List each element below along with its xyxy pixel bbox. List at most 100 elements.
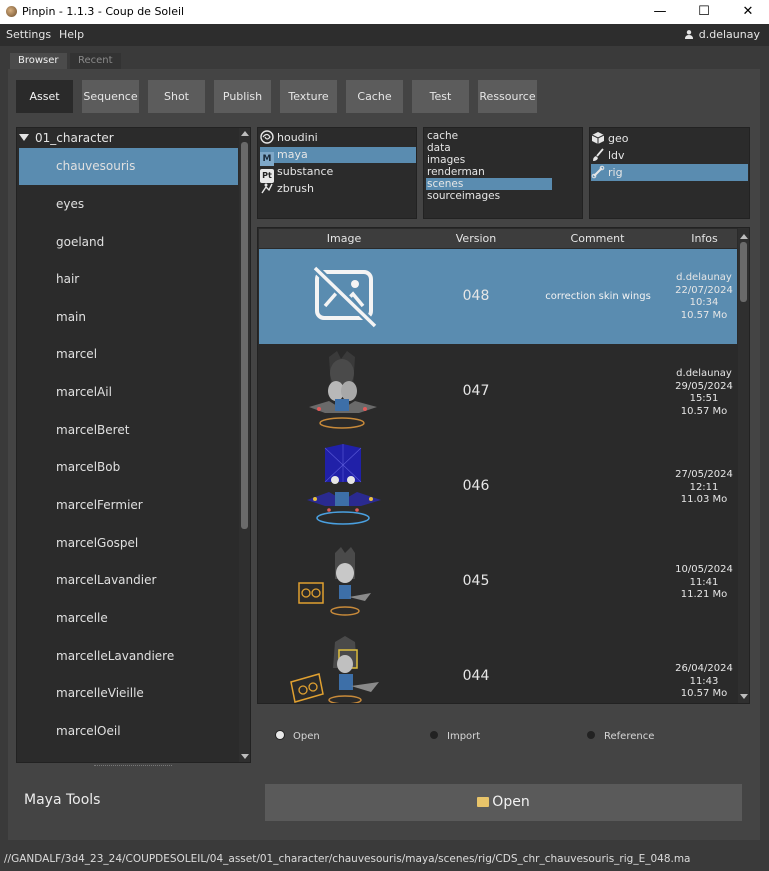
category-publish-button[interactable]: Publish (214, 80, 271, 113)
bone-icon (591, 165, 605, 179)
folder-item-data[interactable]: data (426, 142, 552, 154)
tab-recent[interactable]: Recent (70, 53, 121, 69)
software-label-maya: maya (277, 148, 308, 161)
version-table-scrollbar[interactable] (738, 228, 749, 703)
asset-item-marcelail[interactable]: marcelAil (19, 374, 238, 411)
rig-preview-thumbnail (290, 636, 379, 703)
radio-label: Open (293, 731, 320, 742)
asset-item-marcelle[interactable]: marcelle (19, 600, 238, 637)
asset-item-marcelfermier[interactable]: marcelFermier (19, 487, 238, 524)
folder-item-sourceimages[interactable]: sourceimages (426, 190, 552, 202)
asset-item-goeland[interactable]: goeland (19, 224, 238, 261)
version-info: d.delaunay 22/07/2024 10:34 10.57 Mo (671, 272, 737, 322)
asset-item-marcelbob[interactable]: marcelBob (19, 449, 238, 486)
window-title: Pinpin - 1.1.3 - Coup de Soleil (22, 5, 185, 18)
step-label-geo: geo (608, 132, 629, 145)
folder-item-scenes[interactable]: scenes (426, 178, 552, 190)
category-cache-button[interactable]: Cache (346, 80, 403, 113)
folder-list[interactable]: cache data images renderman scenes sourc… (423, 127, 583, 219)
tab-browser[interactable]: Browser (10, 53, 67, 69)
version-row-044[interactable]: 044 26/04/2024 11:43 10.57 Mo (259, 629, 737, 703)
step-item-ldv[interactable]: ldv (591, 147, 748, 164)
column-header-infos[interactable]: Infos (672, 229, 738, 248)
version-table[interactable]: Image Version Comment Infos 048 correcti… (257, 227, 750, 704)
column-header-image[interactable]: Image (259, 229, 430, 248)
version-row-048[interactable]: 048 correction skin wings d.delaunay 22/… (259, 249, 737, 344)
folder-item-images[interactable]: images (426, 154, 552, 166)
maya-tools-label[interactable]: Maya Tools (24, 792, 100, 808)
cube-icon (591, 132, 605, 144)
asset-list[interactable]: 01_character chauvesouris eyes goeland h… (16, 127, 251, 763)
software-item-zbrush[interactable]: zbrush (260, 181, 416, 197)
category-texture-button[interactable]: Texture (280, 80, 337, 113)
step-item-geo[interactable]: geo (591, 130, 748, 147)
version-comment (523, 534, 673, 629)
step-list[interactable]: geo ldv rig (589, 127, 750, 219)
asset-item-marcellelavandiere[interactable]: marcelleLavandiere (19, 638, 238, 675)
asset-item-marcelberet[interactable]: marcelBeret (19, 412, 238, 449)
version-row-046[interactable]: 046 27/05/2024 12:11 11.03 Mo (259, 439, 737, 534)
asset-item-marcelgospel[interactable]: marcelGospel (19, 525, 238, 562)
asset-item-marcel[interactable]: marcel (19, 336, 238, 373)
radio-dot-icon (587, 731, 595, 739)
version-number: 045 (462, 573, 490, 589)
column-header-comment[interactable]: Comment (523, 229, 673, 248)
rig-preview-thumbnail (298, 547, 371, 616)
info-time: 12:11 (689, 481, 719, 493)
maximize-button[interactable]: ☐ (681, 0, 727, 24)
scroll-up-arrow-icon[interactable] (740, 234, 748, 239)
version-table-scroll-thumb[interactable] (740, 242, 747, 302)
asset-item-eyes[interactable]: eyes (19, 186, 238, 223)
asset-list-scrollbar[interactable] (239, 128, 250, 762)
asset-item-main[interactable]: main (19, 299, 238, 336)
folder-item-renderman[interactable]: renderman (426, 166, 552, 178)
software-label-zbrush: zbrush (277, 182, 314, 195)
category-test-button[interactable]: Test (412, 80, 469, 113)
category-shot-button[interactable]: Shot (148, 80, 205, 113)
info-size: 11.03 Mo (680, 494, 728, 505)
folder-item-cache[interactable]: cache (426, 130, 552, 142)
asset-item-marcellevieille[interactable]: marcelleVieille (19, 675, 238, 712)
category-asset-button[interactable]: Asset (16, 80, 73, 113)
close-button[interactable]: ✕ (725, 0, 769, 24)
user-name: d.delaunay (698, 28, 760, 41)
asset-item-hair[interactable]: hair (19, 261, 238, 298)
info-time: 10:34 (689, 297, 719, 308)
file-path: //GANDALF/3d4_23_24/COUPDESOLEIL/04_asse… (4, 853, 691, 865)
scroll-down-arrow-icon[interactable] (740, 694, 748, 699)
version-number: 047 (462, 383, 490, 399)
software-list[interactable]: houdini Mmaya Pt substance zbrush (257, 127, 417, 219)
asset-list-scroll-thumb[interactable] (241, 142, 248, 529)
version-row-045[interactable]: 045 10/05/2024 11:41 11.21 Mo (259, 534, 737, 629)
scroll-up-arrow-icon[interactable] (241, 131, 249, 136)
open-button[interactable]: Open (265, 784, 742, 821)
tree-root-folder[interactable]: 01_character (19, 131, 114, 145)
info-date: 27/05/2024 (675, 469, 733, 480)
asset-item-chauvesouris[interactable]: chauvesouris (19, 148, 238, 185)
info-size: 11.21 Mo (680, 589, 728, 600)
column-header-version[interactable]: Version (429, 229, 524, 248)
user-label[interactable]: d.delaunay (684, 28, 760, 41)
zbrush-icon (261, 183, 273, 194)
open-mode-reference-radio[interactable]: Reference (587, 731, 654, 742)
asset-item-marceloeil[interactable]: marcelOeil (19, 713, 238, 750)
minimize-button[interactable]: — (637, 0, 683, 24)
software-item-maya[interactable]: Mmaya (260, 147, 416, 166)
tab-bar: Browser Recent (8, 53, 760, 69)
splitter-handle[interactable] (94, 765, 172, 768)
info-date: 10/05/2024 (675, 564, 733, 575)
menu-help[interactable]: Help (59, 28, 84, 41)
open-mode-open-radio[interactable]: Open (276, 731, 320, 742)
open-mode-import-radio[interactable]: Import (430, 731, 480, 742)
asset-item-marcellavandier[interactable]: marcelLavandier (19, 562, 238, 599)
menu-settings[interactable]: Settings (6, 28, 51, 41)
version-number: 046 (462, 478, 490, 494)
category-ressource-button[interactable]: Ressource (478, 80, 537, 113)
scroll-down-arrow-icon[interactable] (241, 754, 249, 759)
expand-arrow-icon[interactable] (19, 134, 29, 141)
software-item-substance[interactable]: Pt substance (260, 164, 416, 183)
step-item-rig[interactable]: rig (591, 164, 748, 181)
version-row-047[interactable]: 047 d.delaunay 29/05/2024 15:51 10.57 Mo (259, 344, 737, 439)
software-item-houdini[interactable]: houdini (260, 130, 416, 146)
category-sequence-button[interactable]: Sequence (82, 80, 139, 113)
